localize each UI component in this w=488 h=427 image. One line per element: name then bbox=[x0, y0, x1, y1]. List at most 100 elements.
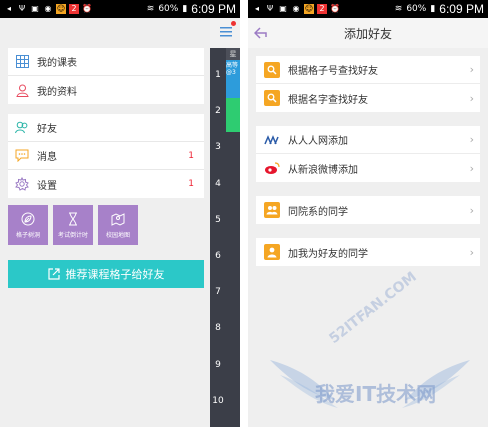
weekday-header: 星 bbox=[226, 48, 240, 60]
option-group: 根据格子号查找好友 › 根据名字查找好友 › bbox=[256, 56, 480, 112]
notification-icons: ◂ Ψ ▣ ◉ ☺ 2 ⏰ bbox=[252, 4, 340, 14]
map-icon bbox=[111, 212, 125, 226]
grid-icon bbox=[15, 55, 29, 69]
option-renren[interactable]: 从人人网添加 › bbox=[256, 126, 480, 154]
feature-tiles: 格子树洞 考试倒计时 校园地图 bbox=[8, 205, 138, 245]
course-cell[interactable]: 高等 @3 bbox=[226, 60, 240, 98]
unread-dot bbox=[231, 21, 236, 26]
chevron-right-icon: › bbox=[469, 63, 474, 76]
option-label: 加我为好友的同学 bbox=[288, 248, 368, 260]
period-number: 1 bbox=[215, 70, 221, 80]
tile-label: 格子树洞 bbox=[15, 231, 40, 239]
renren-icon bbox=[264, 131, 280, 148]
period-number: 7 bbox=[215, 287, 221, 298]
tile-label: 考试倒计时 bbox=[57, 231, 88, 239]
clock-icon: ⏰ bbox=[82, 4, 92, 13]
watermark-text: 我爱IT技术网 bbox=[315, 382, 437, 406]
period-number: 2 bbox=[215, 106, 221, 117]
leaf-icon bbox=[21, 212, 35, 225]
period-number: 3 bbox=[215, 142, 221, 153]
add-user-icon bbox=[264, 244, 280, 260]
period-number: 9 bbox=[215, 359, 221, 370]
app-icon: 2 bbox=[69, 4, 79, 14]
message-icon bbox=[15, 149, 29, 163]
chat-icon: ◉ bbox=[292, 4, 300, 13]
battery-percent: 60% bbox=[158, 4, 179, 14]
app-icon: ☺ bbox=[56, 4, 66, 14]
chevron-right-icon: › bbox=[469, 133, 474, 146]
search-icon bbox=[264, 90, 280, 106]
classmates-icon bbox=[264, 202, 280, 218]
friends-icon bbox=[15, 121, 29, 135]
menu-icon bbox=[220, 27, 232, 37]
recommend-label: 推荐课程格子给好友 bbox=[65, 268, 165, 281]
option-group: 同院系的同学 › bbox=[256, 196, 480, 224]
schedule-header bbox=[210, 18, 240, 48]
usb-icon: Ψ bbox=[18, 4, 26, 13]
clock-icon: ⏰ bbox=[330, 4, 340, 13]
image-icon: ▣ bbox=[279, 4, 287, 13]
notification-icons: ◂ Ψ ▣ ◉ ☺ 2 ⏰ bbox=[4, 4, 92, 14]
settings-count-badge: 1 bbox=[188, 179, 194, 189]
menu-group-profile: 我的课表 我的资料 bbox=[8, 48, 204, 104]
tile-tree-hole[interactable]: 格子树洞 bbox=[8, 205, 48, 245]
person-icon bbox=[15, 83, 29, 97]
battery-percent: 60% bbox=[406, 4, 427, 14]
recommend-button[interactable]: 推荐课程格子给好友 bbox=[8, 260, 204, 288]
image-icon: ▣ bbox=[31, 4, 39, 13]
menu-item-my-profile[interactable]: 我的资料 bbox=[8, 76, 204, 104]
menu-item-settings[interactable]: 设置 1 bbox=[8, 170, 204, 198]
back-arrow-icon[interactable] bbox=[254, 25, 270, 41]
option-search[interactable]: 根据名字查找好友 › bbox=[256, 84, 480, 112]
menu-item-my-schedule[interactable]: 我的课表 bbox=[8, 48, 204, 76]
status-bar: ◂ Ψ ▣ ◉ ☺ 2 ⏰ ≋ 60% ▮ 6:09 PM bbox=[248, 0, 488, 18]
option-label: 同院系的同学 bbox=[288, 206, 348, 218]
hourglass-icon bbox=[69, 212, 77, 225]
course-cell[interactable] bbox=[226, 98, 240, 132]
share-icon bbox=[47, 268, 60, 280]
menu-item-label: 设置 bbox=[37, 180, 57, 192]
option-weibo[interactable]: 从新浪微博添加 › bbox=[256, 154, 480, 182]
right-screen: ◂ Ψ ▣ ◉ ☺ 2 ⏰ ≋ 60% ▮ 6:09 PM 添加好友 根据格子号… bbox=[248, 0, 488, 427]
tile-campus-map[interactable]: 校园地图 bbox=[98, 205, 138, 245]
option-search[interactable]: 根据格子号查找好友 › bbox=[256, 56, 480, 84]
option-label: 根据格子号查找好友 bbox=[288, 66, 378, 77]
chevron-right-icon: › bbox=[469, 203, 474, 217]
chevron-right-icon: › bbox=[469, 91, 474, 105]
option-classmates[interactable]: 同院系的同学 › bbox=[256, 196, 480, 224]
menu-item-label: 消息 bbox=[37, 152, 57, 163]
wifi-icon: ≋ bbox=[146, 4, 155, 14]
status-time: 6:09 PM bbox=[439, 2, 484, 16]
option-label: 根据名字查找好友 bbox=[288, 94, 368, 106]
message-count-badge: 1 bbox=[188, 150, 194, 161]
search-icon bbox=[264, 61, 280, 78]
notification-icon: ◂ bbox=[6, 4, 11, 13]
option-group: 从人人网添加 › 从新浪微博添加 › bbox=[256, 126, 480, 182]
app-icon: 2 bbox=[317, 4, 327, 14]
schedule-preview[interactable]: 星 高等 @3 1 2 3 4 5 6 7 8 9 10 bbox=[210, 18, 240, 427]
menu-item-friends[interactable]: 好友 bbox=[8, 114, 204, 142]
gear-icon bbox=[15, 177, 29, 191]
menu-item-label: 我的资料 bbox=[37, 86, 77, 98]
period-number: 5 bbox=[215, 214, 221, 225]
menu-item-label: 好友 bbox=[37, 124, 57, 135]
tile-exam-countdown[interactable]: 考试倒计时 bbox=[53, 205, 93, 245]
option-add-user[interactable]: 加我为好友的同学 › bbox=[256, 238, 480, 266]
status-bar: ◂ Ψ ▣ ◉ ☺ 2 ⏰ ≋ 60% ▮ 6:09 PM bbox=[0, 0, 240, 18]
screen-divider bbox=[240, 0, 248, 427]
chevron-right-icon: › bbox=[469, 245, 474, 259]
status-time: 6:09 PM bbox=[191, 2, 236, 16]
option-group: 加我为好友的同学 › bbox=[256, 238, 480, 266]
side-menu: 我的课表 我的资料 好友 消息 1 设置 1 格子树洞 考试倒计时 校园地图 推… bbox=[0, 18, 210, 427]
period-number: 8 bbox=[215, 323, 221, 334]
app-icon: ☺ bbox=[304, 4, 314, 14]
notification-icon: ◂ bbox=[254, 4, 259, 13]
page-title: 添加好友 bbox=[343, 26, 392, 41]
chat-icon: ◉ bbox=[44, 4, 52, 13]
menu-item-messages[interactable]: 消息 1 bbox=[8, 142, 204, 170]
battery-icon: ▮ bbox=[182, 4, 188, 14]
wifi-icon: ≋ bbox=[394, 4, 403, 14]
title-bar: 添加好友 bbox=[248, 18, 488, 48]
tile-label: 校园地图 bbox=[105, 231, 130, 239]
period-number: 4 bbox=[215, 178, 221, 189]
